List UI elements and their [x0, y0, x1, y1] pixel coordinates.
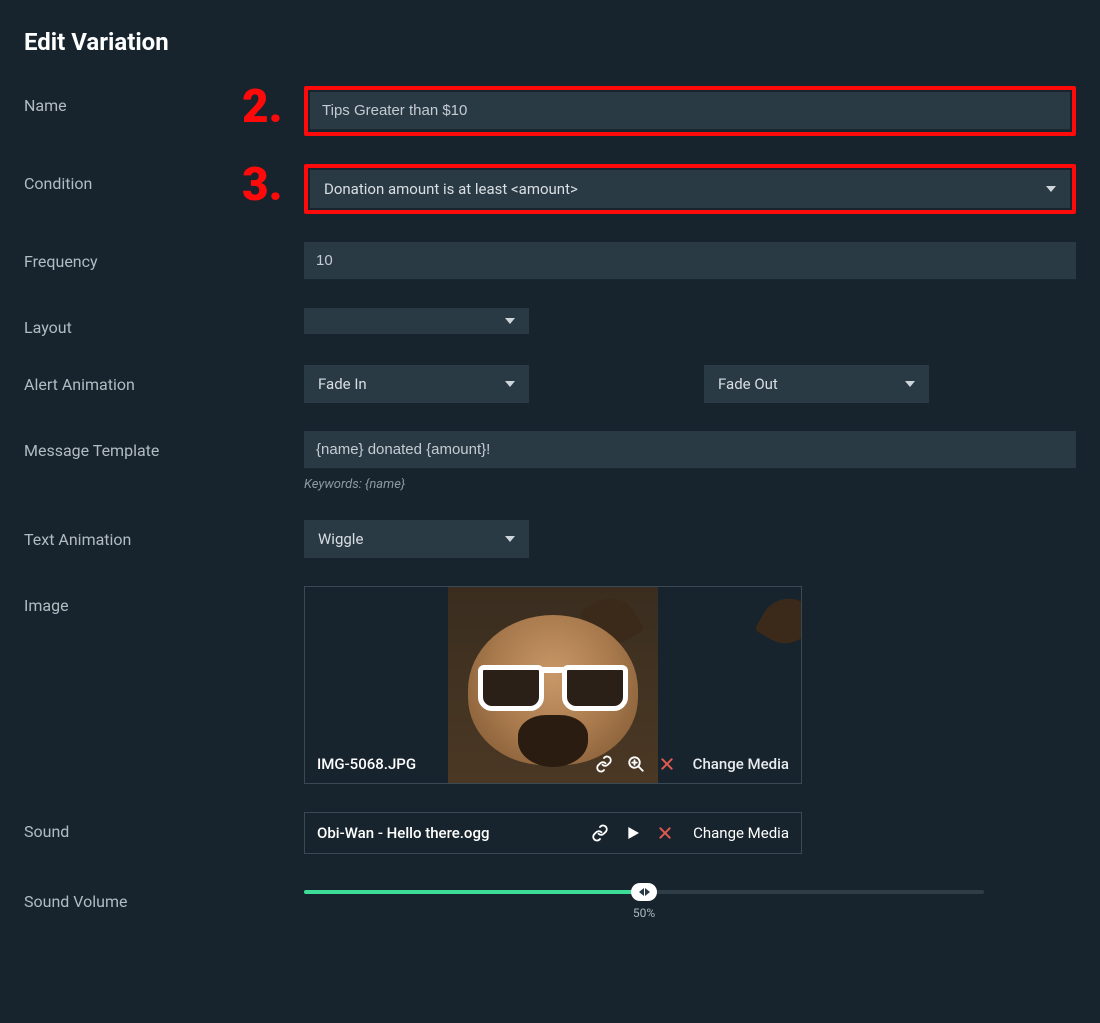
- condition-highlight: Donation amount is at least <amount>: [304, 164, 1076, 214]
- link-icon[interactable]: [591, 824, 609, 842]
- layout-select[interactable]: [304, 308, 529, 334]
- condition-value: Donation amount is at least <amount>: [324, 180, 578, 198]
- change-media-button[interactable]: Change Media: [693, 824, 789, 842]
- label-message-template: Message Template: [24, 431, 304, 460]
- chevron-down-icon: [505, 318, 515, 324]
- alert-animation-out-select[interactable]: Fade Out: [704, 365, 929, 403]
- label-sound: Sound: [24, 812, 304, 841]
- callout-3: 3.: [242, 158, 283, 212]
- chevron-down-icon: [505, 381, 515, 387]
- remove-icon[interactable]: [659, 756, 675, 772]
- label-sound-volume: Sound Volume: [24, 882, 304, 911]
- message-template-input[interactable]: [304, 431, 1076, 469]
- text-animation-value: Wiggle: [318, 530, 363, 548]
- remove-icon[interactable]: [657, 825, 673, 841]
- change-media-button[interactable]: Change Media: [693, 755, 789, 773]
- volume-slider-thumb[interactable]: [631, 883, 657, 901]
- label-alert-animation: Alert Animation: [24, 365, 304, 394]
- frequency-input[interactable]: [304, 242, 1076, 280]
- sound-media-box: Obi-Wan - Hello there.ogg Change Media: [304, 812, 802, 854]
- volume-slider-fill: [304, 890, 644, 894]
- link-icon[interactable]: [595, 755, 613, 773]
- play-icon[interactable]: [625, 825, 641, 841]
- image-media-box: IMG-5068.JPG Change Media: [304, 586, 802, 784]
- image-filename: IMG-5068.JPG: [317, 755, 595, 773]
- message-template-hint: Keywords: {name}: [304, 477, 1076, 492]
- zoom-in-icon[interactable]: [627, 755, 645, 773]
- name-highlight: [304, 86, 1076, 136]
- volume-value: 50%: [633, 906, 655, 920]
- page-title: Edit Variation: [24, 28, 1076, 56]
- callout-2: 2.: [242, 80, 283, 134]
- condition-select[interactable]: Donation amount is at least <amount>: [310, 170, 1070, 208]
- chevron-down-icon: [1046, 186, 1056, 192]
- chevron-down-icon: [905, 381, 915, 387]
- alert-animation-in-value: Fade In: [318, 375, 367, 393]
- label-layout: Layout: [24, 308, 304, 337]
- alert-animation-in-select[interactable]: Fade In: [304, 365, 529, 403]
- sound-filename: Obi-Wan - Hello there.ogg: [317, 824, 591, 842]
- name-input[interactable]: [310, 92, 1070, 130]
- text-animation-select[interactable]: Wiggle: [304, 520, 529, 558]
- alert-animation-out-value: Fade Out: [718, 375, 778, 393]
- chevron-down-icon: [505, 536, 515, 542]
- label-image: Image: [24, 586, 304, 615]
- label-frequency: Frequency: [24, 242, 304, 271]
- volume-slider[interactable]: [304, 890, 984, 894]
- label-text-animation: Text Animation: [24, 520, 304, 549]
